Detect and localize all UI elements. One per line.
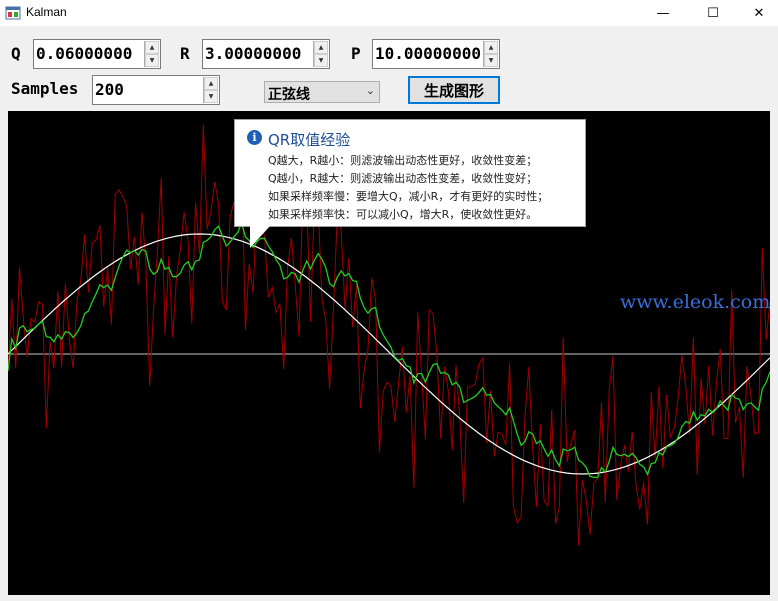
q-down-icon[interactable]: ▼ xyxy=(145,54,159,67)
r-value[interactable]: 3.00000000 xyxy=(205,44,313,63)
q-label: Q xyxy=(11,44,21,63)
tooltip-tail xyxy=(250,226,270,248)
minimize-button[interactable]: — xyxy=(640,0,686,26)
q-spin-buttons: ▲ ▼ xyxy=(144,41,159,67)
r-spin-buttons: ▲ ▼ xyxy=(313,41,328,67)
q-up-icon[interactable]: ▲ xyxy=(145,41,159,54)
app-window-icon xyxy=(5,6,21,20)
q-stepper[interactable]: 0.06000000 ▲ ▼ xyxy=(33,39,161,69)
samples-label: Samples xyxy=(11,79,79,98)
p-label: P xyxy=(351,44,361,63)
tooltip-line: 如果采样频率快：可以减小Q，增大R，使收敛性更好。 xyxy=(268,208,538,221)
watermark-text: www.eleok.com xyxy=(620,291,771,313)
samples-stepper[interactable]: 200 ▲ ▼ xyxy=(92,75,220,105)
p-stepper[interactable]: 10.00000000 ▲ ▼ xyxy=(372,39,500,69)
tooltip-line: Q越小，R越大：则滤波输出动态性变差，收敛性变好； xyxy=(268,172,538,185)
samples-down-icon[interactable]: ▼ xyxy=(204,90,218,103)
tooltip-line: Q越大，R越小：则滤波输出动态性更好，收敛性变差； xyxy=(268,154,538,167)
generate-button[interactable]: 生成图形 xyxy=(408,76,500,104)
qr-tooltip: i QR取值经验 Q越大，R越小：则滤波输出动态性更好，收敛性变差； Q越小，R… xyxy=(234,119,586,227)
close-button[interactable]: ✕ xyxy=(736,0,778,26)
tooltip-title: QR取值经验 xyxy=(268,131,351,149)
chevron-down-icon[interactable]: ⌄ xyxy=(366,84,375,97)
maximize-button[interactable]: ☐ xyxy=(690,0,736,26)
p-down-icon[interactable]: ▼ xyxy=(484,54,498,67)
title-bar: Kalman — ☐ ✕ xyxy=(0,0,778,26)
waveform-select[interactable]: 正弦线 ⌄ xyxy=(264,81,380,103)
r-stepper[interactable]: 3.00000000 ▲ ▼ xyxy=(202,39,330,69)
samples-value[interactable]: 200 xyxy=(95,80,203,99)
samples-up-icon[interactable]: ▲ xyxy=(204,77,218,90)
samples-spin-buttons: ▲ ▼ xyxy=(203,77,218,103)
r-up-icon[interactable]: ▲ xyxy=(314,41,328,54)
tooltip-line: 如果采样频率慢：要增大Q，减小R，才有更好的实时性； xyxy=(268,190,549,203)
info-icon: i xyxy=(247,130,262,145)
p-up-icon[interactable]: ▲ xyxy=(484,41,498,54)
q-value[interactable]: 0.06000000 xyxy=(36,44,144,63)
window-title: Kalman xyxy=(26,5,67,19)
waveform-selected: 正弦线 xyxy=(268,87,310,103)
p-spin-buttons: ▲ ▼ xyxy=(483,41,498,67)
r-label: R xyxy=(180,44,190,63)
p-value[interactable]: 10.00000000 xyxy=(375,44,485,63)
r-down-icon[interactable]: ▼ xyxy=(314,54,328,67)
